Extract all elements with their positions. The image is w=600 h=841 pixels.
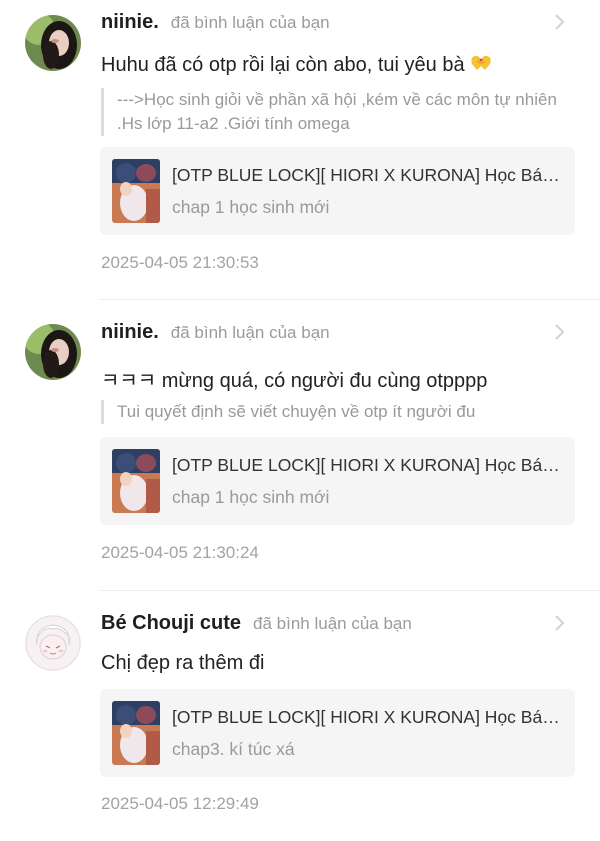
timestamp: 2025-04-05 12:29:49: [101, 794, 259, 813]
username[interactable]: niinie.: [101, 11, 159, 34]
chapter-name: chap3. kí túc xá: [172, 739, 295, 759]
notification-header: niinie. đã bình luận của bạn: [101, 321, 330, 351]
timestamp: 2025-04-05 21:30:24: [101, 543, 259, 562]
story-title: [OTP BLUE LOCK][ HIORI X KURONA] Học Bá …: [172, 455, 560, 475]
user-avatar[interactable]: [25, 615, 81, 671]
timestamp: 2025-04-05 21:30:53: [101, 253, 259, 272]
chevron-right-icon[interactable]: [552, 12, 566, 32]
story-title: [OTP BLUE LOCK][ HIORI X KURONA] Học Bá …: [172, 165, 560, 185]
story-cover-image: [112, 701, 160, 765]
quoted-comment: --->Học sinh giỏi về phần xã hội ,kém về…: [101, 88, 561, 136]
notification-feed: niinie. đã bình luận của bạn Huhu đã có …: [0, 0, 600, 841]
user-avatar[interactable]: [25, 15, 81, 71]
story-cover-image: [112, 159, 160, 223]
story-cover-image: [112, 449, 160, 513]
heart-hands-icon: [469, 52, 493, 80]
notification-item[interactable]: niinie. đã bình luận của bạn ㅋㅋㅋ mừng qu…: [0, 300, 600, 590]
username[interactable]: Bé Chouji cute: [101, 612, 241, 635]
notification-item[interactable]: niinie. đã bình luận của bạn Huhu đã có …: [0, 0, 600, 299]
chapter-name: chap 1 học sinh mới: [172, 197, 330, 217]
story-card[interactable]: [OTP BLUE LOCK][ HIORI X KURONA] Học Bá …: [100, 147, 575, 235]
story-title: [OTP BLUE LOCK][ HIORI X KURONA] Học Bá …: [172, 707, 560, 727]
action-text: đã bình luận của bạn: [253, 614, 412, 633]
comment-text: ㅋㅋㅋ mừng quá, có người đu cùng otpppp: [101, 370, 488, 392]
story-card[interactable]: [OTP BLUE LOCK][ HIORI X KURONA] Học Bá …: [100, 689, 575, 777]
chapter-name: chap 1 học sinh mới: [172, 487, 330, 507]
chevron-right-icon[interactable]: [552, 322, 566, 342]
user-avatar[interactable]: [25, 324, 81, 380]
notification-header: Bé Chouji cute đã bình luận của bạn: [101, 612, 412, 642]
notification-header: niinie. đã bình luận của bạn: [101, 11, 330, 41]
notification-item[interactable]: Bé Chouji cute đã bình luận của bạn Chị …: [0, 591, 600, 841]
username[interactable]: niinie.: [101, 321, 159, 344]
story-card[interactable]: [OTP BLUE LOCK][ HIORI X KURONA] Học Bá …: [100, 437, 575, 525]
comment-body: Huhu đã có otp rồi lại còn abo, tui yêu …: [101, 54, 465, 76]
action-text: đã bình luận của bạn: [170, 13, 330, 32]
action-text: đã bình luận của bạn: [170, 323, 330, 342]
comment-text: Chị đẹp ra thêm đi: [101, 652, 265, 674]
quoted-comment: Tui quyết định sẽ viết chuyện về otp ít …: [101, 400, 561, 424]
chevron-right-icon[interactable]: [552, 613, 566, 633]
comment-text: Huhu đã có otp rồi lại còn abo, tui yêu …: [101, 52, 493, 80]
